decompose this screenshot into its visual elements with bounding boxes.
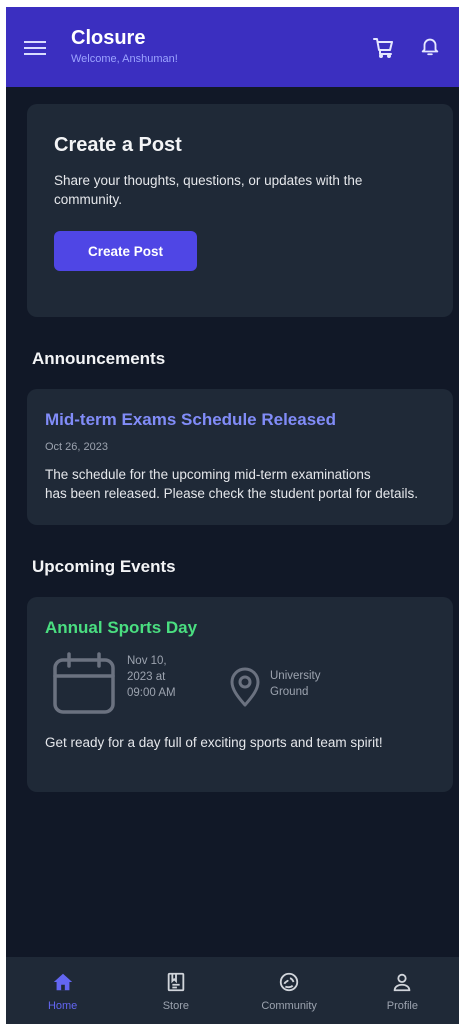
menu-icon[interactable] [24,37,46,57]
announcements-heading: Announcements [32,349,166,368]
app-screen: Closure Welcome, Anshuman! Create a Post… [6,7,459,1024]
nav-item-home[interactable]: Home [6,957,119,1024]
app-title: Closure [71,27,146,49]
announcement-body-line: The schedule for the upcoming mid-term e… [45,467,371,482]
profile-icon [394,973,411,992]
map-pin-icon [230,667,260,707]
event-date: Nov 10, 2023 at 09:00 AM [127,653,202,701]
announcement-body-line: has been released. Please check the stud… [45,486,418,501]
bottom-nav: Home Store Community Profile [6,957,459,1024]
event-date-line: 09:00 AM [127,687,176,699]
home-icon [53,973,72,991]
calendar-icon [53,652,115,714]
event-description: Get ready for a day full of exciting spo… [45,735,383,750]
create-post-description: Share your thoughts, questions, or updat… [54,173,363,207]
create-post-title: Create a Post [54,134,182,156]
nav-label: Home [47,1000,78,1012]
nav-label: Community [261,1000,317,1012]
nav-label: Store [162,1000,190,1012]
app-header: Closure Welcome, Anshuman! [6,7,459,87]
cart-icon[interactable] [371,35,395,59]
nav-item-profile[interactable]: Profile [346,957,459,1024]
event-location-line: Ground [270,686,309,698]
announcement-date: Oct 26, 2023 [45,441,108,453]
announcement-title[interactable]: Mid-term Exams Schedule Released [45,410,336,430]
nav-item-community[interactable]: Community [233,957,346,1024]
create-post-button[interactable]: Create Post [54,231,197,271]
nav-item-store[interactable]: Store [119,957,232,1024]
event-date-line: 2023 at [127,671,166,683]
nav-label: Profile [386,1000,418,1012]
event-card[interactable]: Annual Sports Day Nov 10, 2023 at 09:00 … [27,597,453,792]
announcement-body: The schedule for the upcoming mid-term e… [45,465,437,503]
community-icon [279,972,299,992]
event-title[interactable]: Annual Sports Day [45,618,197,638]
announcement-card[interactable]: Mid-term Exams Schedule Released Oct 26,… [27,389,453,525]
store-icon [167,972,185,992]
bell-icon[interactable] [419,34,441,58]
events-heading: Upcoming Events [32,557,176,576]
event-date-line: Nov 10, [127,655,167,667]
event-location-line: University [270,670,321,682]
event-location: University Ground [270,668,350,700]
create-post-card: Create a Post Share your thoughts, quest… [27,104,453,317]
welcome-text: Welcome, Anshuman! [71,53,178,65]
